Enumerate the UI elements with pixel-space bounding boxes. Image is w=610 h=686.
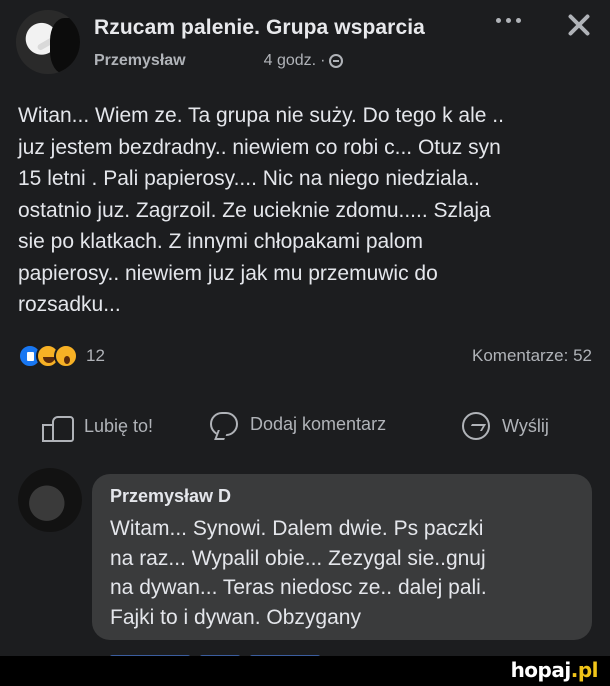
like-button[interactable]: Lubię to! <box>42 412 154 442</box>
comment-actions-cutoff <box>110 648 370 656</box>
comment-bubble: Przemysław D Witam... Synowi. Dalem dwie… <box>92 474 592 640</box>
comment-button[interactable]: Dodaj komentarz <box>210 412 386 436</box>
post-text-line: 15 letni . Pali papierosy.... Nic na nie… <box>18 167 480 190</box>
post-text-line: ostatnio juz. Zagrzoil. Ze ucieknie zdom… <box>18 198 491 222</box>
post-actions: Lubię to! Dodaj komentarz Wyślij <box>0 404 610 450</box>
more-icon[interactable] <box>496 18 521 23</box>
messenger-icon <box>462 412 490 440</box>
like-label: Lubię to! <box>84 415 154 436</box>
speech-bubble-icon <box>210 412 238 436</box>
send-label: Wyślij <box>502 415 549 436</box>
facebook-post: Rzucam palenie. Grupa wsparcia Przemysła… <box>0 0 610 656</box>
post-text-line: sie po klatkach. Z innymi chłopakami pal… <box>18 230 424 253</box>
comment-author[interactable]: Przemysław D <box>110 486 231 507</box>
avatar-shadow <box>50 18 80 74</box>
post-text-line: papierosy.. niewiem juz jak mu przemuwic… <box>18 261 438 285</box>
group-avatar[interactable] <box>16 10 80 74</box>
reactions-summary[interactable]: 12 <box>18 344 105 368</box>
post-meta: Przemysław 4 godz. · <box>94 52 344 70</box>
watermark-bar: hopaj.pl <box>0 656 610 686</box>
post-text-line: juz jestem bezdradny.. niewiem co robi c… <box>18 135 501 159</box>
comment-text-line: na dywan... Teras niedosc ze.. dalej pal… <box>110 576 487 599</box>
meta-separator: · <box>320 52 326 69</box>
site-watermark: hopaj.pl <box>510 658 599 682</box>
thumbs-up-icon <box>42 412 74 442</box>
reaction-count: 12 <box>86 346 105 365</box>
post-text-line: rozsadku... <box>18 293 121 316</box>
comment-label: Dodaj komentarz <box>250 413 387 434</box>
post-text-line: Witan... Wiem ze. Ta grupa nie suży. Do … <box>18 104 504 127</box>
group-name[interactable]: Rzucam palenie. Grupa wsparcia <box>94 16 425 40</box>
comment-text-line: Witam... Synowi. Dalem dwie. Ps paczki <box>110 517 484 540</box>
post-time[interactable]: 4 godz. <box>264 52 316 70</box>
audience-icon[interactable] <box>329 54 344 68</box>
send-button[interactable]: Wyślij <box>462 412 549 440</box>
redacted-surname <box>186 54 256 68</box>
comment-text-line: Fajki to i dywan. Obzygany <box>110 605 361 629</box>
author-name[interactable]: Przemysław <box>94 52 186 70</box>
comment-text: Witam... Synowi. Dalem dwie. Ps paczki n… <box>110 514 487 632</box>
comment-avatar[interactable] <box>18 468 82 532</box>
post-text: Witan... Wiem ze. Ta grupa nie suży. Do … <box>18 100 598 321</box>
comments-count[interactable]: Komentarze: 52 <box>472 346 592 366</box>
close-icon[interactable] <box>564 10 594 40</box>
comment-text-line: na raz... Wypalil obie... Zezygal sie..g… <box>110 546 486 570</box>
wow-reaction-icon <box>54 344 78 368</box>
